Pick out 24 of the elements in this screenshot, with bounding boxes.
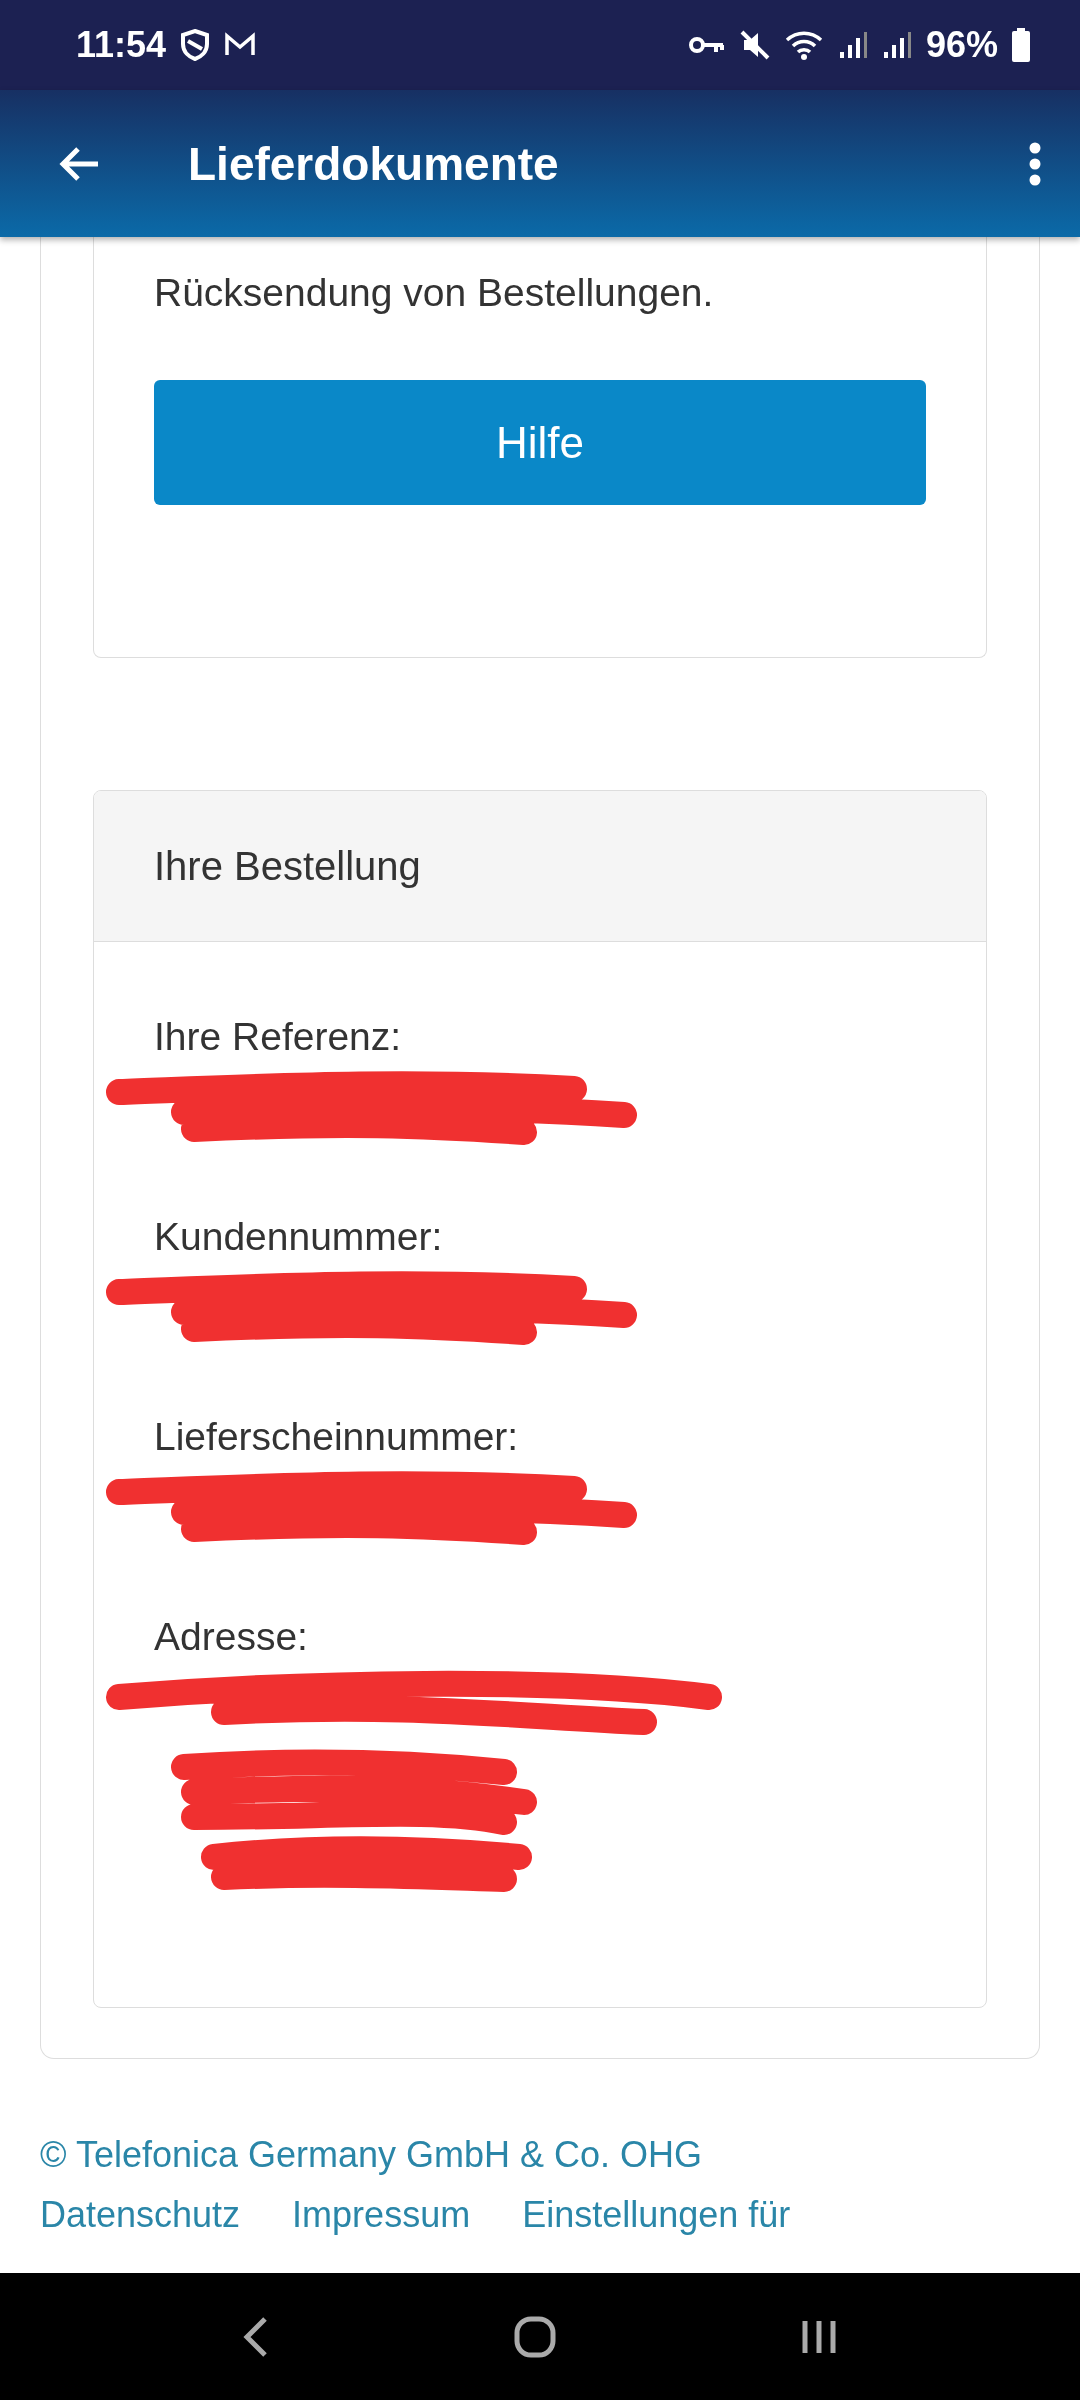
mute-icon (739, 29, 770, 61)
field-label: Ihre Referenz: (154, 1014, 403, 1060)
footer-link[interactable]: Datenschutz (40, 2185, 241, 2245)
field-label: Lieferscheinnummer: (154, 1414, 520, 1460)
field-label: Adresse: (154, 1614, 309, 1660)
field-label: Kundennummer: (154, 1214, 444, 1260)
page-title: Lieferdokumente (188, 136, 560, 191)
help-button[interactable]: Hilfe (154, 380, 926, 505)
copyright-text: © Telefonica Germany GmbH & Co. OHG (40, 2133, 704, 2177)
footer-link[interactable]: Impressum (292, 2185, 471, 2245)
battery-icon (1012, 28, 1030, 62)
key-icon (687, 34, 726, 56)
signal-icon (881, 30, 912, 60)
card-title: Ihre Bestellung (94, 791, 986, 942)
footer-link[interactable]: Einstellungen für (522, 2185, 791, 2245)
wifi-icon (783, 29, 824, 61)
home-icon (513, 2314, 557, 2359)
shield-icon (180, 29, 211, 61)
mail-icon (224, 32, 257, 58)
help-text: Rücksendung von Bestellungen. (154, 270, 715, 316)
signal-icon (837, 30, 868, 60)
battery-percent: 96% (925, 24, 998, 66)
status-time: 11:54 (76, 24, 167, 66)
more-icon (1028, 141, 1042, 186)
